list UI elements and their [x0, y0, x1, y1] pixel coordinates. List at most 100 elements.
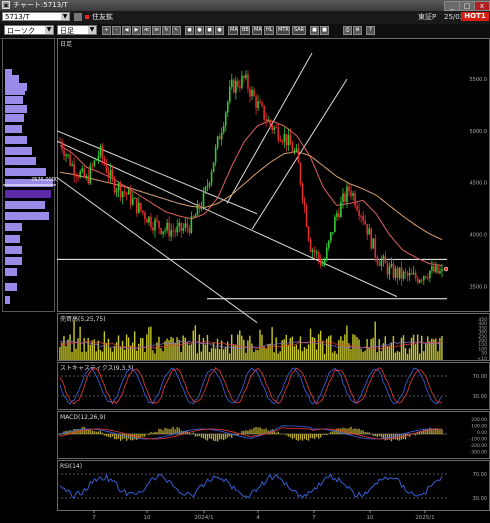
chevron-down-icon[interactable]: ▼: [88, 26, 96, 34]
rsi-tick-70: 70.00: [473, 472, 487, 478]
candle-body: [120, 183, 122, 197]
macd-histogram-bar: [154, 432, 155, 434]
period-next-icon[interactable]: ≫: [152, 26, 161, 35]
macd-histogram-bar: [296, 434, 297, 440]
candle-body: [128, 190, 130, 195]
candle-body: [87, 176, 89, 183]
period-select[interactable]: 日足▼: [57, 25, 97, 35]
indicator-icon-1[interactable]: ●: [185, 26, 194, 35]
candle-body: [205, 187, 207, 191]
hot-badge[interactable]: HOT1: [461, 12, 489, 21]
indicator-icon-2[interactable]: ●: [195, 26, 204, 35]
candle-body: [338, 213, 340, 217]
volume-bar: [148, 327, 149, 360]
candle-body: [144, 213, 146, 219]
candle-body: [83, 168, 85, 177]
volume-bar: [314, 338, 315, 360]
volume-bar: [259, 330, 260, 360]
settings-icon[interactable]: ⚙: [353, 26, 362, 35]
macd-histogram-bar: [294, 434, 295, 438]
candle-body: [255, 96, 257, 108]
macd-histogram-bar: [251, 429, 252, 434]
candle-body: [158, 221, 160, 228]
minimize-button[interactable]: _: [444, 1, 460, 11]
x-tick-label: 7: [92, 515, 96, 521]
print-icon[interactable]: ⎙: [343, 26, 352, 35]
period-prev-icon[interactable]: ≪: [142, 26, 151, 35]
candle-body: [185, 223, 187, 227]
candle-body: [375, 238, 377, 257]
macd-histogram-bar: [423, 430, 424, 434]
candle-body: [395, 268, 397, 278]
candle-body: [164, 230, 166, 231]
chart-type-select[interactable]: ローソク▼: [4, 25, 54, 35]
close-button[interactable]: x: [474, 1, 490, 11]
chevron-down-icon[interactable]: ▼: [45, 26, 53, 34]
volume-bar: [219, 349, 220, 360]
macd-histogram-bar: [164, 428, 165, 434]
indicator-icon-3[interactable]: ●: [205, 26, 214, 35]
candle-body: [439, 271, 441, 273]
volume-bar: [205, 345, 206, 360]
candle-body: [300, 163, 302, 184]
candle-body: [174, 231, 176, 232]
copy-icon[interactable]: [74, 13, 82, 21]
macd-histogram-bar: [94, 431, 95, 434]
maximize-button[interactable]: □: [459, 1, 475, 11]
symbol-code-input[interactable]: 5713/T▼: [2, 12, 70, 21]
candle-body: [288, 135, 290, 146]
macd-histogram-bar: [142, 434, 143, 437]
candle-body: [332, 232, 334, 233]
macd-histogram-bar: [197, 434, 198, 437]
volume-bar: [316, 349, 317, 360]
help-icon[interactable]: ?: [366, 26, 375, 35]
scroll-left-icon[interactable]: ◀: [122, 26, 131, 35]
zoom-out-icon[interactable]: -: [112, 26, 121, 35]
volume-bar: [102, 352, 103, 360]
volume-bar: [199, 335, 200, 360]
mtr-button[interactable]: MTR: [276, 26, 290, 35]
chevron-down-icon[interactable]: ▼: [61, 13, 69, 20]
ma-button[interactable]: MA: [228, 26, 238, 35]
zoom-in-icon[interactable]: +: [102, 26, 111, 35]
candle-body: [284, 134, 286, 142]
symbol-bar: 5713/T▼ 住友鉱 東証P 25/02/03 HOT1: [0, 11, 490, 24]
ma2-button[interactable]: MA: [252, 26, 262, 35]
volume-bar: [265, 349, 266, 360]
tool-icon-1[interactable]: ■: [310, 26, 319, 35]
candle-body: [63, 149, 65, 156]
candle-body: [397, 268, 399, 278]
tool-icon-2[interactable]: ■: [320, 26, 329, 35]
volume-bar: [106, 343, 107, 360]
volume-bar: [98, 341, 99, 360]
volume-bar: [189, 345, 190, 360]
candle-body: [324, 260, 326, 265]
volume-bar: [197, 353, 198, 360]
candle-body: [172, 230, 174, 231]
volume-bar: [300, 336, 301, 360]
candle-body: [203, 191, 205, 207]
volume-bar: [237, 335, 238, 360]
macd-histogram-bar: [302, 434, 303, 441]
macd-histogram-bar: [316, 434, 317, 437]
macd-histogram-bar: [340, 428, 341, 434]
macd-histogram-bar: [330, 432, 331, 434]
candle-body: [265, 120, 267, 121]
price-tick: 5500.0: [470, 77, 488, 83]
sar-button[interactable]: SAR: [292, 26, 306, 35]
candle-body: [146, 219, 148, 223]
volume-bar: [217, 339, 218, 360]
profile-bar: [5, 268, 17, 276]
candle-body: [292, 145, 294, 152]
hl-button[interactable]: HL: [264, 26, 274, 35]
candle-body: [409, 273, 411, 276]
volume-bar: [59, 347, 60, 360]
volume-bar: [334, 351, 335, 360]
refresh-icon[interactable]: ↻: [162, 26, 171, 35]
pointer-icon[interactable]: ↖: [172, 26, 181, 35]
scroll-right-icon[interactable]: ▶: [132, 26, 141, 35]
bb-button[interactable]: BB: [240, 26, 250, 35]
volume-bar: [241, 336, 242, 360]
indicator-icon-4[interactable]: ●: [215, 26, 224, 35]
volume-bar: [271, 327, 272, 360]
